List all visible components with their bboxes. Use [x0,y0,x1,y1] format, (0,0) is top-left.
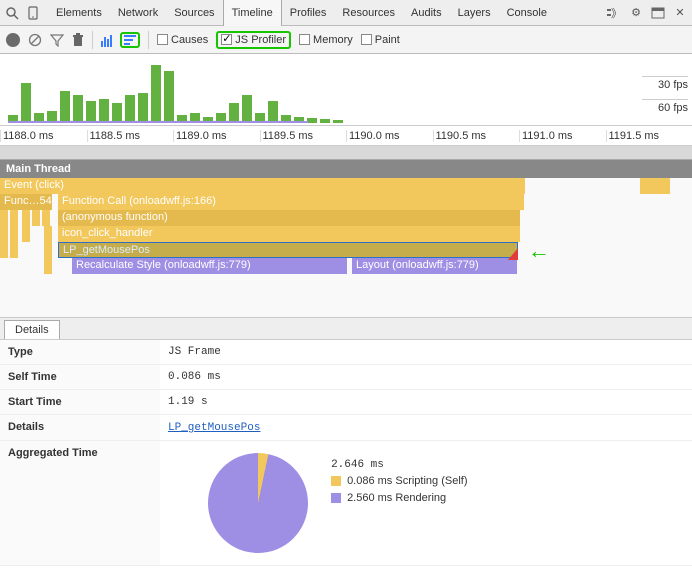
frame-stripe[interactable] [10,210,18,226]
frame-stripe[interactable] [0,226,8,242]
view-flamechart-icon[interactable] [120,32,140,48]
frame-func54[interactable]: Func…54) [0,194,52,210]
overview-bar [307,118,317,123]
overview-bar [320,119,330,123]
row-selftime-label: Self Time [0,365,160,390]
frame-stripe[interactable] [0,210,8,226]
pie-legend: 2.646 ms 0.086 ms Scripting (Self) 2.560… [331,455,467,509]
devtools-toolbar: Elements Network Sources Timeline Profil… [0,0,692,26]
frame-stripe[interactable] [10,242,18,258]
overview-bar [60,91,70,123]
overview-bar [99,99,109,123]
overview-bar [86,101,96,123]
row-starttime-value: 1.19 s [160,390,692,415]
panel-tabs: Elements Network Sources Timeline Profil… [48,0,600,26]
frame-tail[interactable] [640,178,670,194]
overview-bar [151,65,161,123]
thread-header: Main Thread [0,160,692,178]
frame-function-call[interactable]: Function Call (onloadwff.js:166) [58,194,524,210]
tab-sources[interactable]: Sources [166,0,222,26]
fps-labels: 30 fps 60 fps [642,68,688,114]
device-icon[interactable] [26,5,42,21]
overview-bar [242,95,252,123]
garbage-icon[interactable] [72,33,84,47]
tab-network[interactable]: Network [110,0,166,26]
drawer-icon[interactable]: 》 [606,5,622,21]
clear-icon[interactable] [28,33,42,47]
memory-checkbox[interactable]: Memory [299,34,353,46]
tab-details[interactable]: Details [4,320,60,339]
overview-bar [125,95,135,123]
frame-event-click[interactable]: Event (click) [0,178,525,194]
row-type-value: JS Frame [160,340,692,365]
search-icon[interactable] [4,5,20,21]
paint-checkbox[interactable]: Paint [361,34,400,46]
frame-stripe[interactable] [44,258,52,274]
flame-chart[interactable]: Event (click) Func…54) Function Call (on… [0,178,692,318]
frame-stripe[interactable] [10,226,18,242]
scrubber[interactable] [0,146,692,160]
js-profiler-checkbox[interactable]: JS Profiler [221,34,286,46]
filter-icon[interactable] [50,33,64,47]
tab-console[interactable]: Console [499,0,555,26]
tab-timeline[interactable]: Timeline [223,0,282,26]
frame-selected-lp-getmousepos[interactable]: LP_getMousePos [58,242,518,258]
row-starttime-label: Start Time [0,390,160,415]
details-function-link[interactable]: LP_getMousePos [168,422,260,434]
close-icon[interactable]: ✕ [672,5,688,21]
frame-stripe[interactable] [42,210,50,226]
overview-bar [21,83,31,123]
aggregated-pie-chart [208,453,308,553]
frame-stripe[interactable] [44,242,52,258]
row-details-label: Details [0,415,160,441]
settings-gear-icon[interactable]: ⚙ [628,5,644,21]
legend-total: 2.646 ms [331,459,467,471]
row-selftime-value: 0.086 ms [160,365,692,390]
frame-layout[interactable]: Layout (onloadwff.js:779) [352,258,517,274]
frame-stripe[interactable] [22,226,30,242]
frame-anonymous[interactable]: (anonymous function) [58,210,520,226]
annotation-arrow-icon: ← [528,238,550,264]
time-axis: 1188.0 ms1188.5 ms1189.0 ms1189.5 ms1190… [0,126,692,146]
overview-bar [73,95,83,123]
overview-bar [333,120,343,123]
frame-recalculate-style[interactable]: Recalculate Style (onloadwff.js:779) [72,258,347,274]
overview-bar [112,103,122,123]
legend-rendering: 2.560 ms Rendering [331,492,467,505]
frame-stripe[interactable] [0,242,8,258]
frame-stripe[interactable] [22,210,30,226]
details-tabbar: Details [0,318,692,340]
details-table: Type JS Frame Self Time 0.086 ms Start T… [0,340,692,566]
view-bars-icon[interactable] [101,33,112,47]
tab-elements[interactable]: Elements [48,0,110,26]
overview-bar [229,103,239,123]
dock-icon[interactable] [650,5,666,21]
aggregated-time-cell: 2.646 ms 0.086 ms Scripting (Self) 2.560… [160,441,692,566]
legend-scripting: 0.086 ms Scripting (Self) [331,475,467,488]
row-aggtime-label: Aggregated Time [0,441,160,566]
frame-stripe[interactable] [32,210,40,226]
tab-resources[interactable]: Resources [334,0,403,26]
causes-checkbox[interactable]: Causes [157,34,208,46]
overview-bar [164,71,174,123]
tab-layers[interactable]: Layers [450,0,499,26]
frame-stripe[interactable] [44,226,52,242]
record-button[interactable] [6,33,20,47]
overview-pane[interactable]: 30 fps 60 fps [0,54,692,126]
overview-bar [138,93,148,123]
warning-triangle-icon [508,248,518,260]
frame-icon-click-handler[interactable]: icon_click_handler [58,226,520,242]
timeline-toolbar: Causes JS Profiler Memory Paint [0,26,692,54]
tab-audits[interactable]: Audits [403,0,450,26]
tab-profiles[interactable]: Profiles [282,0,335,26]
overview-bar [268,101,278,123]
row-type-label: Type [0,340,160,365]
